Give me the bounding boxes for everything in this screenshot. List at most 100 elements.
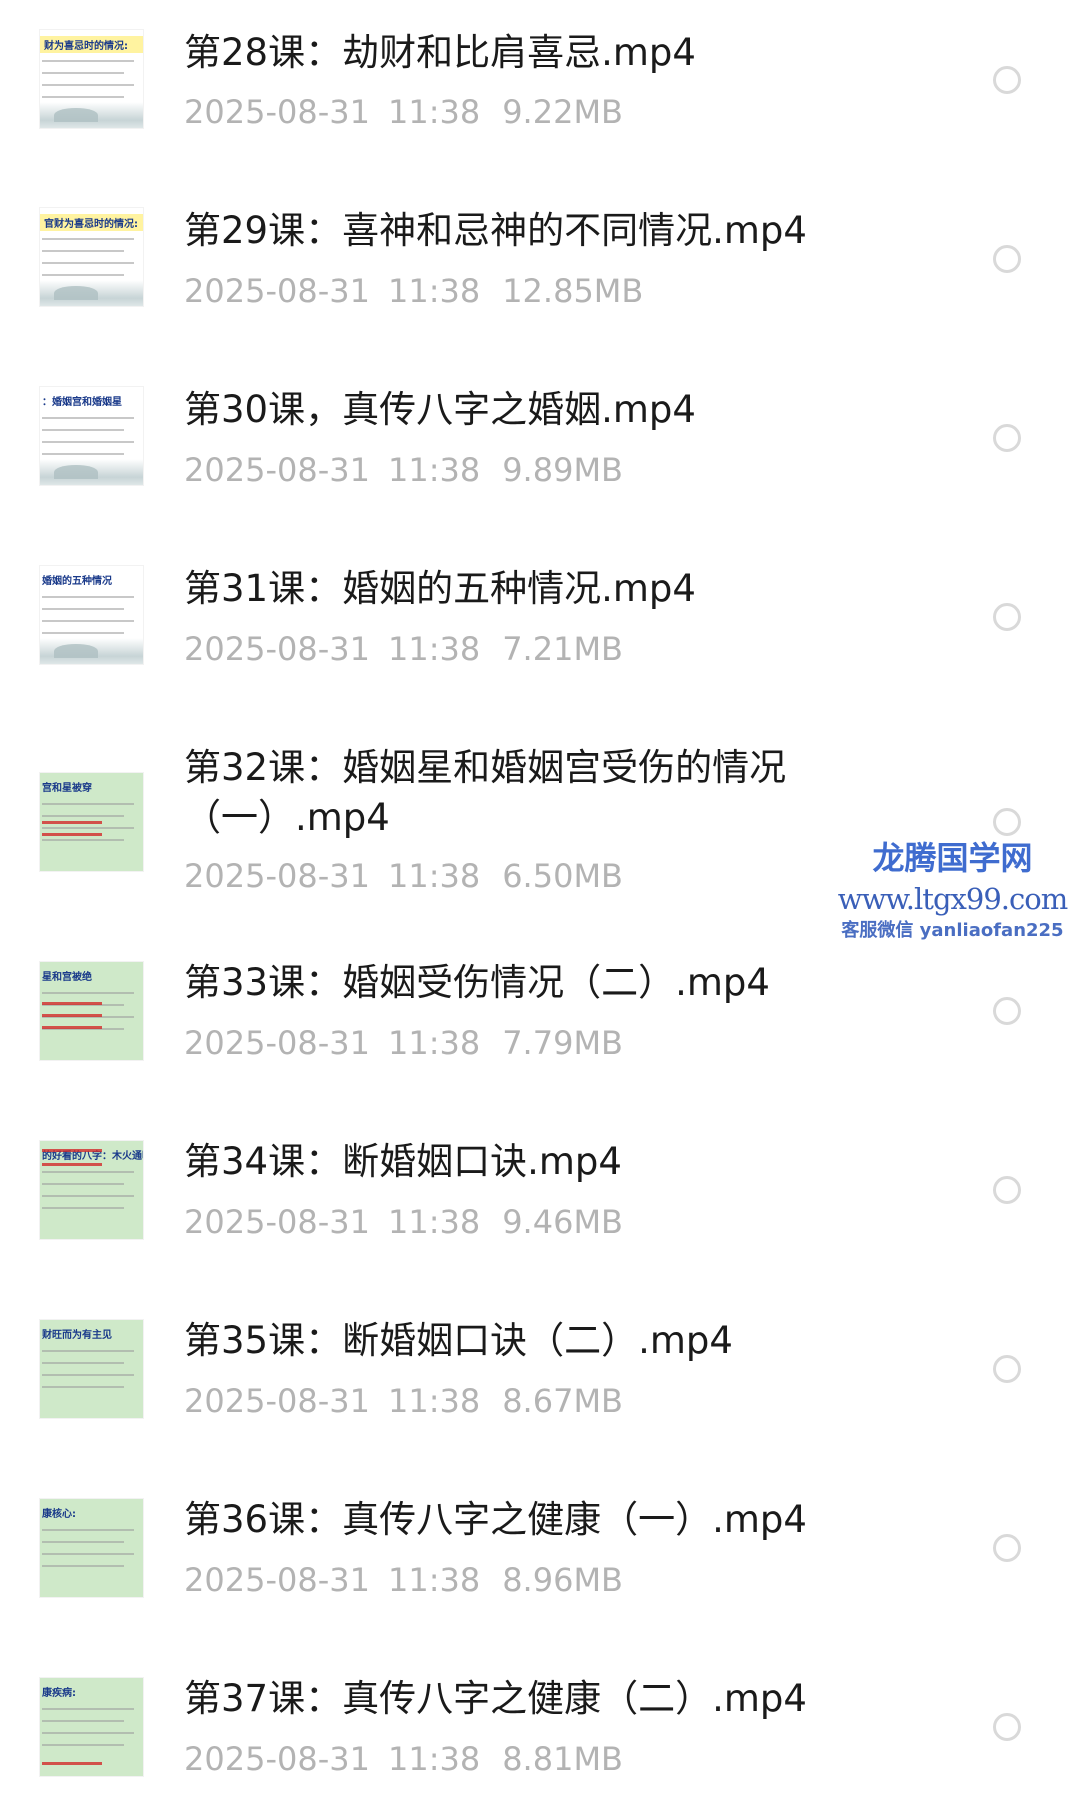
thumbnail-caption: 婚姻的五种情况: [42, 576, 112, 587]
file-time: 11:38: [387, 630, 481, 668]
thumbnail-text-line: [42, 1565, 124, 1567]
video-thumbnail[interactable]: 康核心:: [40, 1499, 143, 1597]
thumbnail-highlight-line: [42, 821, 102, 824]
video-thumbnail[interactable]: 的好看的八字：木火通明: [40, 1141, 143, 1239]
thumbnail-text-line: [42, 238, 134, 240]
thumbnail-text-line: [42, 1207, 124, 1209]
select-radio-icon[interactable]: [993, 1534, 1021, 1562]
select-radio-icon[interactable]: [993, 1176, 1021, 1204]
video-thumbnail[interactable]: 财旺而为有主见: [40, 1320, 143, 1418]
thumbnail-highlight-line: [42, 833, 102, 836]
thumbnail-highlight-line: [42, 1762, 102, 1765]
file-name[interactable]: 第28课：劫财和比肩喜忌.mp4: [184, 28, 824, 78]
thumbnail-text-line: [42, 96, 124, 98]
file-size: 8.81MB: [502, 1740, 623, 1778]
file-name[interactable]: 第33课：婚姻受伤情况（二）.mp4: [184, 958, 824, 1008]
video-thumbnail[interactable]: ：婚姻宫和婚姻星: [40, 387, 143, 485]
video-thumbnail[interactable]: 星和宫被绝: [40, 962, 143, 1060]
thumbnail-caption: 官财为喜忌时的情况:: [40, 214, 143, 231]
video-thumbnail[interactable]: 财为喜忌时的情况:: [40, 30, 143, 128]
file-meta: 2025-08-31 11:38 8.67MB: [184, 1381, 623, 1421]
select-radio-icon[interactable]: [993, 603, 1021, 631]
thumbnail-text-line: [42, 1708, 134, 1710]
file-name[interactable]: 第34课：断婚姻口诀.mp4: [184, 1137, 824, 1187]
file-name[interactable]: 第35课：断婚姻口诀（二）.mp4: [184, 1316, 824, 1366]
file-name[interactable]: 第30课，真传八字之婚姻.mp4: [184, 385, 824, 435]
thumbnail-text-line: [42, 1386, 124, 1388]
file-meta: 2025-08-31 11:38 9.46MB: [184, 1202, 623, 1242]
thumbnail-text-line: [42, 429, 124, 431]
select-radio-icon[interactable]: [993, 1713, 1021, 1741]
file-date: 2025-08-31: [184, 1561, 370, 1599]
file-name[interactable]: 第37课：真传八字之健康（二）.mp4: [184, 1674, 824, 1724]
thumbnail-text-line: [42, 1195, 134, 1197]
thumbnail-landscape: [40, 638, 143, 664]
select-radio-icon[interactable]: [993, 424, 1021, 452]
select-radio-icon[interactable]: [993, 808, 1021, 836]
file-time: 11:38: [387, 1382, 481, 1420]
thumbnail-text-line: [42, 803, 134, 805]
file-time: 11:38: [387, 1203, 481, 1241]
file-meta: 2025-08-31 11:38 7.21MB: [184, 629, 623, 669]
file-name[interactable]: 第31课：婚姻的五种情况.mp4: [184, 564, 824, 614]
thumbnail-landscape: [40, 459, 143, 485]
file-date: 2025-08-31: [184, 272, 370, 310]
watermark-url: www.ltgx99.com: [837, 882, 1068, 916]
select-radio-icon[interactable]: [993, 66, 1021, 94]
file-name[interactable]: 第32课：婚姻星和婚姻宫受伤的情况（一）.mp4: [184, 743, 804, 843]
thumbnail-text-line: [42, 262, 134, 264]
thumbnail-caption: 宫和星被穿: [42, 783, 92, 794]
file-meta: 2025-08-31 11:38 9.22MB: [184, 92, 623, 132]
file-time: 11:38: [387, 857, 481, 895]
file-size: 8.67MB: [502, 1382, 623, 1420]
thumbnail-text-line: [42, 608, 124, 610]
thumbnail-caption: 康疾病:: [42, 1688, 76, 1699]
thumbnail-highlight-line: [42, 1163, 102, 1166]
file-time: 11:38: [387, 1024, 481, 1062]
thumbnail-text-line: [42, 1720, 124, 1722]
file-name[interactable]: 第29课：喜神和忌神的不同情况.mp4: [184, 206, 824, 256]
thumbnail-caption: 财为喜忌时的情况:: [40, 36, 143, 53]
thumbnail-caption: 星和宫被绝: [42, 972, 92, 983]
file-date: 2025-08-31: [184, 630, 370, 668]
file-date: 2025-08-31: [184, 451, 370, 489]
thumbnail-text-line: [42, 453, 124, 455]
thumbnail-text-line: [42, 1183, 124, 1185]
thumbnail-highlight-line: [42, 1026, 102, 1029]
thumbnail-text-line: [42, 992, 134, 994]
file-date: 2025-08-31: [184, 1740, 370, 1778]
file-date: 2025-08-31: [184, 93, 370, 131]
file-time: 11:38: [387, 1561, 481, 1599]
file-size: 8.96MB: [502, 1561, 623, 1599]
file-size: 9.46MB: [502, 1203, 623, 1241]
thumbnail-highlight-line: [42, 1149, 102, 1152]
thumbnail-text-line: [42, 1171, 134, 1173]
file-name[interactable]: 第36课：真传八字之健康（一）.mp4: [184, 1495, 824, 1545]
select-radio-icon[interactable]: [993, 997, 1021, 1025]
watermark: 龙腾国学网 www.ltgx99.com 客服微信 yanliaofan225: [830, 838, 1075, 944]
file-meta: 2025-08-31 11:38 9.89MB: [184, 450, 623, 490]
file-time: 11:38: [387, 272, 481, 310]
thumbnail-text-line: [42, 839, 124, 841]
video-thumbnail[interactable]: 官财为喜忌时的情况:: [40, 208, 143, 306]
thumbnail-text-line: [42, 1362, 124, 1364]
select-radio-icon[interactable]: [993, 1355, 1021, 1383]
file-meta: 2025-08-31 11:38 7.79MB: [184, 1023, 623, 1063]
file-time: 11:38: [387, 93, 481, 131]
thumbnail-text-line: [42, 632, 124, 634]
file-meta: 2025-08-31 11:38 6.50MB: [184, 856, 623, 896]
file-size: 12.85MB: [502, 272, 644, 310]
thumbnail-highlight-line: [42, 1014, 102, 1017]
thumbnail-text-line: [42, 620, 134, 622]
thumbnail-text-line: [42, 72, 124, 74]
video-thumbnail[interactable]: 康疾病:: [40, 1678, 143, 1776]
thumbnail-landscape: [40, 102, 143, 128]
select-radio-icon[interactable]: [993, 245, 1021, 273]
file-size: 7.21MB: [502, 630, 623, 668]
thumbnail-text-line: [42, 815, 124, 817]
file-meta: 2025-08-31 11:38 8.96MB: [184, 1560, 623, 1600]
video-thumbnail[interactable]: 宫和星被穿: [40, 773, 143, 871]
video-thumbnail[interactable]: 婚姻的五种情况: [40, 566, 143, 664]
thumbnail-text-line: [42, 1529, 134, 1531]
file-size: 9.89MB: [502, 451, 623, 489]
